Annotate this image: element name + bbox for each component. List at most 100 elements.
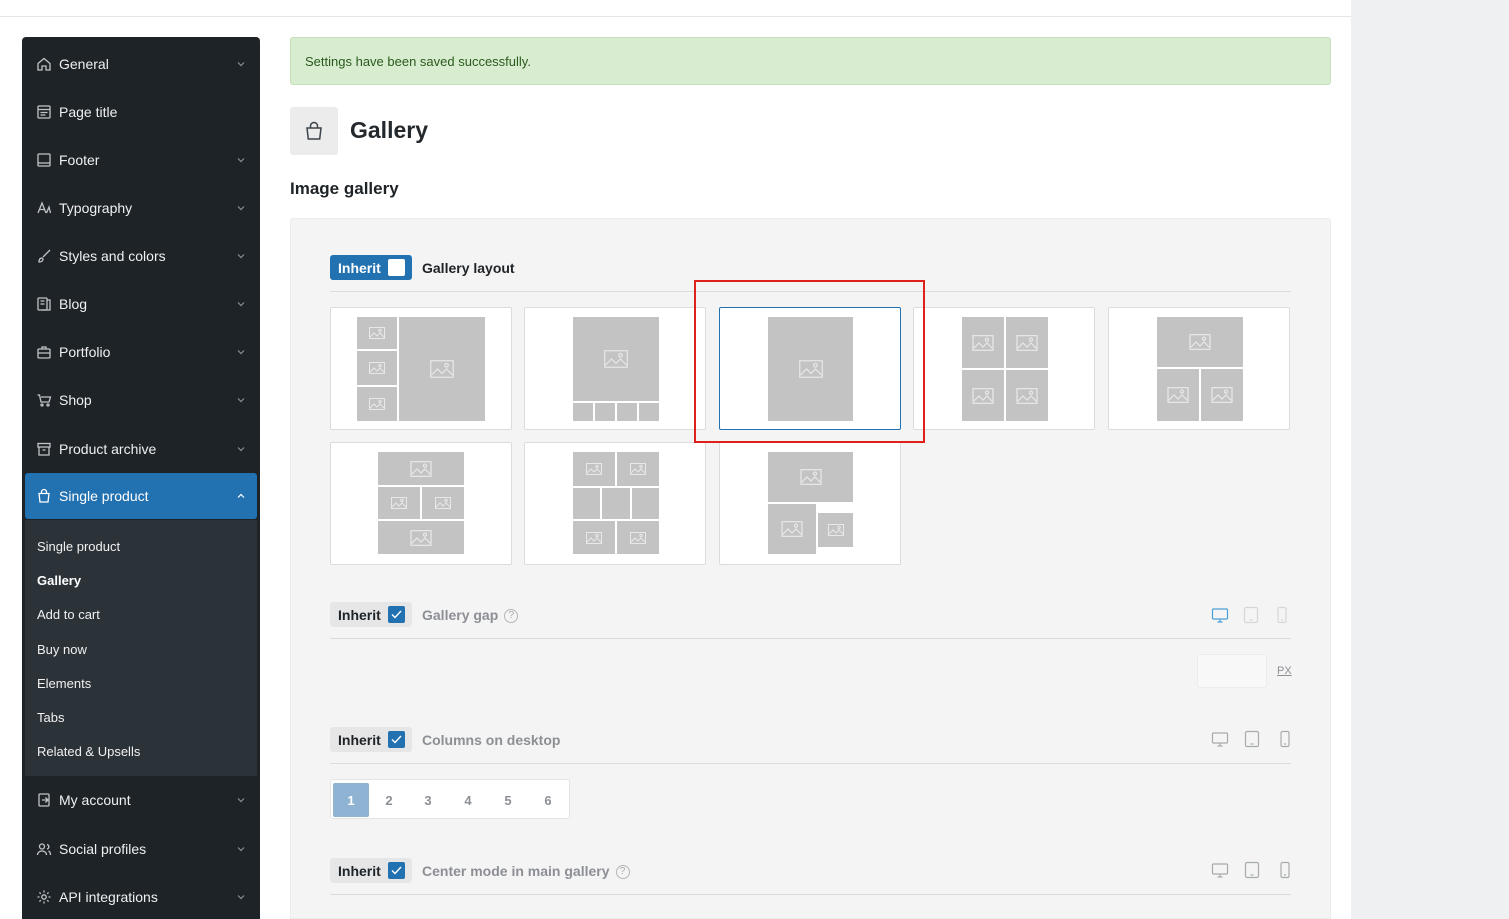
- inherit-checkbox[interactable]: [387, 259, 405, 276]
- layout-option-grid-mixed[interactable]: [524, 442, 706, 565]
- mobile-icon[interactable]: [1273, 606, 1291, 624]
- column-option-5[interactable]: 5: [490, 783, 526, 817]
- image-placeholder-icon: [1006, 317, 1048, 368]
- sidebar-item-label: Social profiles: [59, 841, 147, 857]
- sidebar-item-footer[interactable]: Footer: [25, 137, 257, 183]
- section-title: Image gallery: [290, 179, 399, 198]
- gallery-layout-inherit-toggle[interactable]: Inherit: [330, 255, 412, 280]
- sidebar-item-typography[interactable]: Typography: [25, 185, 257, 231]
- submenu-item-add-to-cart[interactable]: Add to cart: [37, 607, 100, 622]
- layout-option-one-plus-two[interactable]: [1108, 307, 1290, 430]
- image-placeholder-icon: [422, 487, 464, 519]
- layout-option-grid-2x2[interactable]: [913, 307, 1095, 430]
- desktop-icon[interactable]: [1211, 861, 1229, 879]
- image-placeholder-icon: [768, 452, 853, 502]
- bag-icon: [306, 121, 322, 140]
- tablet-icon[interactable]: [1243, 861, 1261, 879]
- gallery-gap-inherit-toggle[interactable]: Inherit: [330, 602, 412, 627]
- desktop-icon[interactable]: [1211, 730, 1229, 748]
- submenu-item-single-product[interactable]: Single product: [37, 539, 120, 554]
- sidebar-item-label: Single product: [59, 488, 149, 504]
- account-icon: [38, 793, 50, 807]
- page-title: Gallery: [350, 117, 428, 143]
- help-icon[interactable]: ?: [615, 865, 630, 880]
- sidebar-item-social-profiles[interactable]: Social profiles: [25, 826, 257, 872]
- image-placeholder-icon: [768, 504, 816, 554]
- tablet-icon[interactable]: [1243, 730, 1261, 748]
- submenu-item-buy-now[interactable]: Buy now: [37, 642, 87, 657]
- gallery-gap-input[interactable]: [1197, 654, 1267, 688]
- sidebar-item-label: Blog: [59, 296, 88, 312]
- image-placeholder-icon: [378, 452, 464, 485]
- image-placeholder-icon: [357, 387, 397, 421]
- chevron-down-icon: [237, 447, 245, 452]
- sidebar-item-styles-and-colors[interactable]: Styles and colors: [25, 233, 257, 279]
- divider: [330, 894, 1291, 895]
- sidebar-item-label: My account: [59, 792, 131, 808]
- layout-option-single-slider[interactable]: [719, 307, 901, 430]
- submenu-item-elements[interactable]: Elements: [37, 676, 91, 691]
- submenu-item-related-upsells[interactable]: Related & Upsells: [37, 744, 140, 759]
- gap-unit-toggle[interactable]: PX: [1277, 665, 1292, 677]
- image-placeholder-icon: [573, 317, 659, 401]
- sidebar-item-shop[interactable]: Shop: [25, 377, 257, 423]
- page-title-icon: [37, 105, 51, 119]
- footer-icon: [37, 153, 51, 167]
- layout-option-top-wide[interactable]: [719, 442, 901, 565]
- column-option-4[interactable]: 4: [450, 783, 486, 817]
- inherit-checkbox[interactable]: [387, 606, 405, 623]
- gallery-gap-label: Gallery gap?: [422, 607, 519, 624]
- gear-icon: [37, 890, 51, 904]
- chevron-down-icon: [237, 158, 245, 163]
- chevron-down-icon: [237, 62, 245, 67]
- bag-icon: [38, 488, 50, 503]
- columns-desktop-label: Columns on desktop: [422, 732, 561, 748]
- brush-icon: [38, 249, 51, 263]
- top-strip: [0, 0, 1351, 17]
- notice-text: Settings have been saved successfully.: [305, 53, 531, 69]
- inherit-checkbox[interactable]: [387, 862, 405, 879]
- divider: [330, 763, 1291, 764]
- submenu-item-tabs[interactable]: Tabs: [37, 710, 64, 725]
- sidebar-item-portfolio[interactable]: Portfolio: [25, 329, 257, 375]
- sidebar-item-product-archive[interactable]: Product archive: [25, 426, 257, 472]
- columns-inherit-toggle[interactable]: Inherit: [330, 727, 412, 752]
- column-option-1[interactable]: 1: [333, 783, 369, 817]
- page-icon-box: [290, 107, 338, 155]
- layout-option-stacked-mix[interactable]: [330, 442, 512, 565]
- layout-option-vertical-thumbs[interactable]: [330, 307, 512, 430]
- inherit-checkbox[interactable]: [387, 731, 405, 748]
- sidebar-item-label: Shop: [59, 392, 92, 408]
- chevron-down-icon: [237, 895, 245, 900]
- chevron-down-icon: [237, 398, 245, 403]
- image-placeholder-icon: [1157, 369, 1199, 421]
- sidebar-item-api-integrations[interactable]: API integrations: [25, 874, 257, 919]
- settings-sidebar: General Page title Footer Typography Sty…: [22, 37, 260, 919]
- inherit-label: Inherit: [338, 259, 381, 276]
- thumb-placeholder: [639, 403, 659, 421]
- sidebar-item-single-product[interactable]: Single product: [25, 473, 257, 519]
- sidebar-item-general[interactable]: General: [25, 41, 257, 87]
- desktop-icon[interactable]: [1211, 606, 1229, 624]
- sidebar-item-my-account[interactable]: My account: [25, 777, 257, 823]
- mobile-icon[interactable]: [1276, 861, 1294, 879]
- help-icon[interactable]: ?: [504, 609, 519, 624]
- chevron-down-icon: [237, 798, 245, 803]
- image-placeholder-icon: [1006, 370, 1048, 421]
- sidebar-item-page-title[interactable]: Page title: [25, 89, 257, 135]
- chevron-down-icon: [237, 302, 245, 307]
- gallery-gap-text: Gallery gap: [422, 607, 499, 623]
- submenu-item-gallery[interactable]: Gallery: [37, 573, 81, 588]
- column-option-2[interactable]: 2: [371, 783, 407, 817]
- gallery-layout-label: Gallery layout: [422, 260, 515, 276]
- column-option-6[interactable]: 6: [530, 783, 566, 817]
- sidebar-item-label: Typography: [59, 200, 133, 216]
- tablet-icon[interactable]: [1242, 606, 1260, 624]
- image-placeholder-icon: [399, 317, 485, 421]
- mobile-icon[interactable]: [1276, 730, 1294, 748]
- sidebar-item-blog[interactable]: Blog: [25, 281, 257, 327]
- layout-option-horizontal-thumbs[interactable]: [524, 307, 706, 430]
- center-mode-inherit-toggle[interactable]: Inherit: [330, 858, 412, 883]
- single-product-submenu: Single product Gallery Add to cart Buy n…: [25, 520, 257, 776]
- column-option-3[interactable]: 3: [410, 783, 446, 817]
